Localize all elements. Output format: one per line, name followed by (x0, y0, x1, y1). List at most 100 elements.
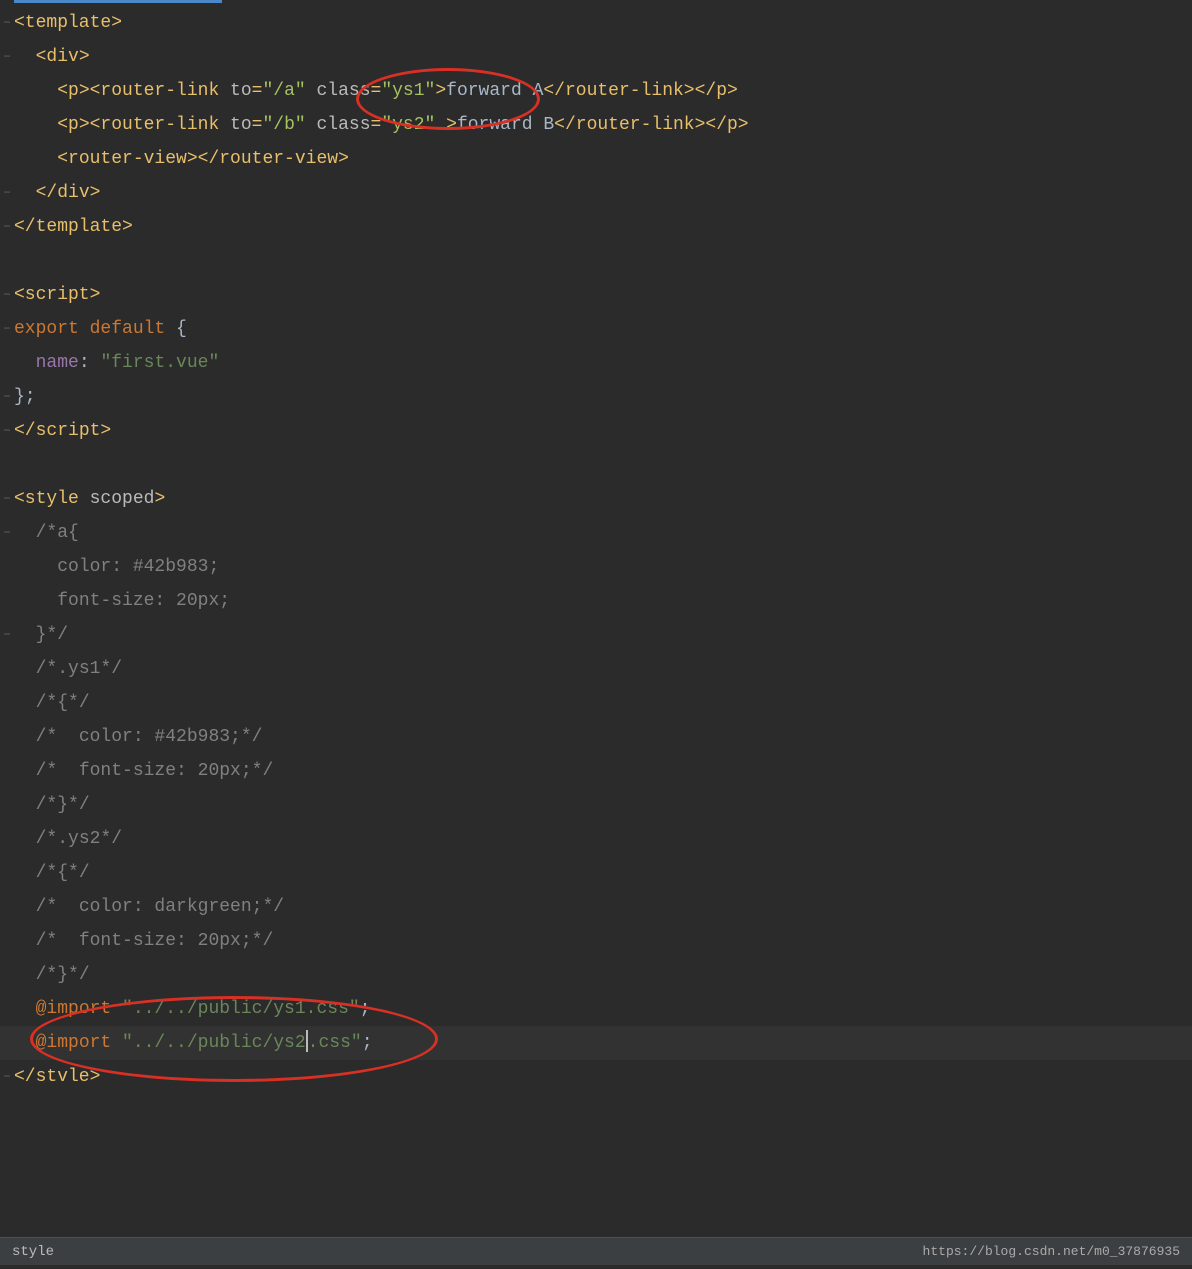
code-token: forward A (446, 81, 543, 101)
code-line[interactable]: /*{*/ (14, 856, 1192, 890)
code-token: <script> (14, 285, 100, 305)
code-line[interactable]: <p><router-link to="/a" class="ys1">forw… (14, 74, 1192, 108)
code-token: forward B (457, 115, 554, 135)
code-token: font-size: 20px; (57, 591, 230, 611)
code-token: /*{*/ (36, 863, 90, 883)
code-line[interactable] (14, 244, 1192, 278)
code-line[interactable]: /* font-size: 20px;*/ (14, 754, 1192, 788)
code-line[interactable]: /*.ys1*/ (14, 652, 1192, 686)
code-token: script> (36, 421, 112, 441)
code-token: ; (362, 1033, 373, 1053)
status-bar: style https://blog.csdn.net/m0_37876935 (0, 1237, 1192, 1265)
code-line[interactable]: </script> (14, 414, 1192, 448)
code-token (14, 183, 36, 203)
fold-marker-icon[interactable]: − (0, 414, 14, 448)
code-token (14, 897, 36, 917)
code-line[interactable]: <router-view></router-view> (14, 142, 1192, 176)
code-token (14, 115, 57, 135)
code-line[interactable]: </stvle> (14, 1060, 1192, 1094)
code-editor[interactable]: <template> <div> <p><router-link to="/a"… (0, 0, 1192, 1094)
code-token: }*/ (36, 625, 68, 645)
code-token: <p><router-link (57, 81, 230, 101)
code-line[interactable]: @import "../../public/ys2.css"; (14, 1026, 1192, 1060)
code-token (14, 693, 36, 713)
code-token: }; (14, 387, 36, 407)
code-token: = (252, 115, 263, 135)
code-token (306, 115, 317, 135)
fold-marker-icon[interactable]: − (0, 380, 14, 414)
fold-marker-icon[interactable]: − (0, 618, 14, 652)
code-line[interactable]: }*/ (14, 618, 1192, 652)
code-line[interactable]: /*}*/ (14, 788, 1192, 822)
code-token (14, 353, 36, 373)
code-token: scoped (90, 489, 155, 509)
fold-marker-icon[interactable]: − (0, 210, 14, 244)
fold-marker-icon[interactable]: − (0, 482, 14, 516)
code-token: /*}*/ (36, 795, 90, 815)
code-line[interactable]: <template> (14, 6, 1192, 40)
code-line[interactable]: /*}*/ (14, 958, 1192, 992)
code-line[interactable]: font-size: 20px; (14, 584, 1192, 618)
code-line[interactable]: @import "../../public/ys1.css"; (14, 992, 1192, 1026)
code-line[interactable]: <div> (14, 40, 1192, 74)
code-line[interactable]: name: "first.vue" (14, 346, 1192, 380)
code-token (14, 999, 36, 1019)
code-token: { (165, 319, 187, 339)
code-line[interactable]: }; (14, 380, 1192, 414)
code-line[interactable]: </template> (14, 210, 1192, 244)
code-token: <p><router-link (57, 115, 230, 135)
fold-marker-icon[interactable]: − (0, 1060, 14, 1094)
code-line[interactable]: /*.ys2*/ (14, 822, 1192, 856)
code-token (14, 761, 36, 781)
code-token: </div> (36, 183, 101, 203)
code-line[interactable]: <p><router-link to="/b" class="ys2" >for… (14, 108, 1192, 142)
code-token (14, 863, 36, 883)
code-token: <template> (14, 13, 122, 33)
code-token: </router-link></p> (543, 81, 737, 101)
code-token: = (252, 81, 263, 101)
code-line[interactable]: /*{*/ (14, 686, 1192, 720)
code-token: "../../public/ys2 (122, 1033, 306, 1053)
code-line[interactable]: color: #42b983; (14, 550, 1192, 584)
code-token: /* font-size: 20px;*/ (36, 761, 274, 781)
code-token: "first.vue" (100, 353, 219, 373)
code-line[interactable]: /* font-size: 20px;*/ (14, 924, 1192, 958)
code-token (14, 795, 36, 815)
code-line[interactable]: <style scoped> (14, 482, 1192, 516)
code-line[interactable] (14, 448, 1192, 482)
code-token: </router-link></p> (554, 115, 748, 135)
code-line[interactable]: </div> (14, 176, 1192, 210)
fold-marker-icon[interactable]: − (0, 6, 14, 40)
fold-marker-icon[interactable]: − (0, 40, 14, 74)
code-line[interactable]: /* color: darkgreen;*/ (14, 890, 1192, 924)
code-line[interactable]: export default { (14, 312, 1192, 346)
code-token (14, 965, 36, 985)
code-token: @import (36, 999, 122, 1019)
code-token: <div> (36, 47, 90, 67)
code-token: /* font-size: 20px;*/ (36, 931, 274, 951)
code-token: "/a" (262, 81, 305, 101)
breadcrumb[interactable]: style (12, 1235, 54, 1269)
code-token: : (79, 353, 101, 373)
code-token: class (317, 81, 371, 101)
fold-marker-icon[interactable]: − (0, 278, 14, 312)
code-token: <style (14, 489, 90, 509)
fold-marker-icon[interactable]: − (0, 176, 14, 210)
code-token: <router-view></router-view> (57, 149, 349, 169)
fold-marker-icon[interactable]: − (0, 516, 14, 550)
code-line[interactable]: <script> (14, 278, 1192, 312)
code-token (14, 81, 57, 101)
code-token: = (371, 115, 382, 135)
code-token (14, 557, 57, 577)
watermark: https://blog.csdn.net/m0_37876935 (923, 1235, 1180, 1269)
code-line[interactable]: /*a{ (14, 516, 1192, 550)
fold-marker-icon[interactable]: − (0, 312, 14, 346)
code-token (14, 931, 36, 951)
code-token: /*}*/ (36, 965, 90, 985)
code-token (14, 727, 36, 747)
code-line[interactable]: /* color: #42b983;*/ (14, 720, 1192, 754)
code-token (14, 591, 57, 611)
code-token: > (154, 489, 165, 509)
code-token: class (317, 115, 371, 135)
code-token: "ys1" (381, 81, 435, 101)
